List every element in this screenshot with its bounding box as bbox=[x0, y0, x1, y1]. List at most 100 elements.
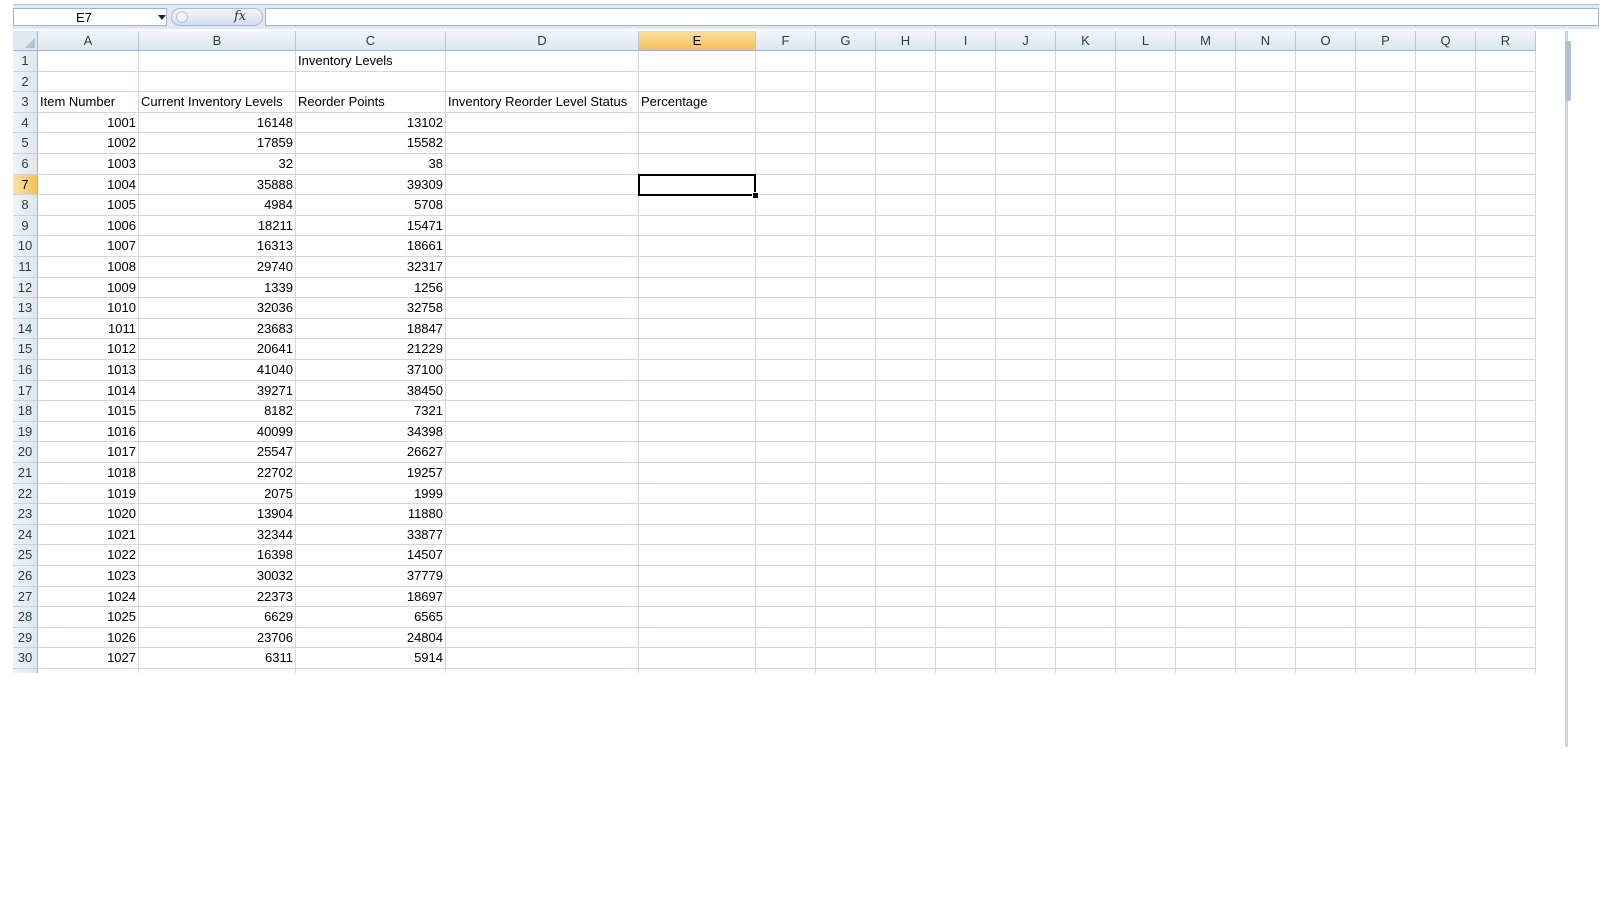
cell-g28[interactable] bbox=[816, 607, 876, 628]
cell-i15[interactable] bbox=[936, 339, 996, 360]
cell-p15[interactable] bbox=[1356, 339, 1416, 360]
cell-h18[interactable] bbox=[876, 401, 936, 422]
cell-f13[interactable] bbox=[756, 298, 816, 319]
cell-i28[interactable] bbox=[936, 607, 996, 628]
cell-d23[interactable] bbox=[446, 504, 639, 525]
worksheet-grid[interactable]: A B C D E F G H I J K L M N O P Q R 1 Inventory Levels 2 3 Ite… bbox=[13, 31, 1565, 673]
cell-c22[interactable]: 1999 bbox=[296, 483, 446, 505]
cell-o6[interactable] bbox=[1296, 154, 1356, 175]
cell-o7[interactable] bbox=[1296, 174, 1356, 196]
cell-d7[interactable] bbox=[446, 174, 639, 196]
cell-d17[interactable] bbox=[446, 380, 639, 402]
cell-j7[interactable] bbox=[996, 174, 1056, 196]
cell-j4[interactable] bbox=[996, 112, 1056, 134]
cell-h2[interactable] bbox=[876, 71, 936, 93]
cell-q9[interactable] bbox=[1416, 215, 1476, 237]
cell-i21[interactable] bbox=[936, 463, 996, 484]
cell-e25[interactable] bbox=[639, 545, 756, 566]
cell-i7[interactable] bbox=[936, 174, 996, 196]
cell-e15[interactable] bbox=[639, 339, 756, 360]
cell-i29[interactable] bbox=[936, 627, 996, 649]
row-header-7[interactable]: 7 bbox=[13, 174, 38, 196]
cell-c5[interactable]: 15582 bbox=[296, 133, 446, 154]
cell-h4[interactable] bbox=[876, 112, 936, 134]
cell-c25[interactable]: 14507 bbox=[296, 545, 446, 566]
cell-q15[interactable] bbox=[1416, 339, 1476, 360]
column-header-q[interactable]: Q bbox=[1416, 31, 1476, 51]
cell-n14[interactable] bbox=[1236, 318, 1296, 340]
cell-e24[interactable] bbox=[639, 524, 756, 546]
cell-q20[interactable] bbox=[1416, 442, 1476, 463]
cell-q26[interactable] bbox=[1416, 566, 1476, 587]
cell-d4[interactable] bbox=[446, 112, 639, 134]
cell-f1[interactable] bbox=[756, 51, 816, 72]
cell-l13[interactable] bbox=[1116, 298, 1176, 319]
cell-f9[interactable] bbox=[756, 215, 816, 237]
cell-r4[interactable] bbox=[1476, 112, 1536, 134]
cell-h3[interactable] bbox=[876, 92, 936, 113]
cell-l10[interactable] bbox=[1116, 236, 1176, 257]
cell-l16[interactable] bbox=[1116, 360, 1176, 381]
column-header-l[interactable]: L bbox=[1116, 31, 1176, 51]
cell-g6[interactable] bbox=[816, 154, 876, 175]
cell-a2[interactable] bbox=[38, 71, 139, 93]
cell-q14[interactable] bbox=[1416, 318, 1476, 340]
cell-d1[interactable] bbox=[446, 51, 639, 72]
cell-j1[interactable] bbox=[996, 51, 1056, 72]
cell-g3[interactable] bbox=[816, 92, 876, 113]
cell-a25[interactable]: 1022 bbox=[38, 545, 139, 566]
cell-f8[interactable] bbox=[756, 195, 816, 216]
cell-l2[interactable] bbox=[1116, 71, 1176, 93]
cell-m11[interactable] bbox=[1176, 257, 1236, 278]
cell-c12[interactable]: 1256 bbox=[296, 277, 446, 299]
cell-k20[interactable] bbox=[1056, 442, 1116, 463]
cell-i3[interactable] bbox=[936, 92, 996, 113]
cell-d3[interactable]: Inventory Reorder Level Status bbox=[446, 92, 639, 113]
cell-r16[interactable] bbox=[1476, 360, 1536, 381]
cell-p5[interactable] bbox=[1356, 133, 1416, 154]
cell-b13[interactable]: 32036 bbox=[139, 298, 296, 319]
row-header-12[interactable]: 12 bbox=[13, 277, 38, 299]
cell-q31[interactable] bbox=[1416, 669, 1476, 673]
cell-d25[interactable] bbox=[446, 545, 639, 566]
cell-g23[interactable] bbox=[816, 504, 876, 525]
cell-q10[interactable] bbox=[1416, 236, 1476, 257]
cell-p10[interactable] bbox=[1356, 236, 1416, 257]
cell-k18[interactable] bbox=[1056, 401, 1116, 422]
cell-p17[interactable] bbox=[1356, 380, 1416, 402]
cell-a28[interactable]: 1025 bbox=[38, 607, 139, 628]
cell-k3[interactable] bbox=[1056, 92, 1116, 113]
cell-c18[interactable]: 7321 bbox=[296, 401, 446, 422]
cell-m2[interactable] bbox=[1176, 71, 1236, 93]
cell-c31[interactable] bbox=[296, 669, 446, 673]
cell-b3[interactable]: Current Inventory Levels bbox=[139, 92, 296, 113]
cell-j9[interactable] bbox=[996, 215, 1056, 237]
cell-q4[interactable] bbox=[1416, 112, 1476, 134]
cell-g24[interactable] bbox=[816, 524, 876, 546]
cell-l12[interactable] bbox=[1116, 277, 1176, 299]
cell-p25[interactable] bbox=[1356, 545, 1416, 566]
row-header-26[interactable]: 26 bbox=[13, 566, 38, 587]
cell-l26[interactable] bbox=[1116, 566, 1176, 587]
cell-j3[interactable] bbox=[996, 92, 1056, 113]
cell-e11[interactable] bbox=[639, 257, 756, 278]
cell-o4[interactable] bbox=[1296, 112, 1356, 134]
cell-q29[interactable] bbox=[1416, 627, 1476, 649]
cell-o3[interactable] bbox=[1296, 92, 1356, 113]
cell-d13[interactable] bbox=[446, 298, 639, 319]
cell-b15[interactable]: 20641 bbox=[139, 339, 296, 360]
cell-m20[interactable] bbox=[1176, 442, 1236, 463]
cell-o25[interactable] bbox=[1296, 545, 1356, 566]
cell-o30[interactable] bbox=[1296, 648, 1356, 669]
cell-b16[interactable]: 41040 bbox=[139, 360, 296, 381]
cell-k11[interactable] bbox=[1056, 257, 1116, 278]
cell-b28[interactable]: 6629 bbox=[139, 607, 296, 628]
cell-m23[interactable] bbox=[1176, 504, 1236, 525]
cell-m29[interactable] bbox=[1176, 627, 1236, 649]
cell-b19[interactable]: 40099 bbox=[139, 421, 296, 443]
row-header-28[interactable]: 28 bbox=[13, 607, 38, 628]
cell-n9[interactable] bbox=[1236, 215, 1296, 237]
cell-k23[interactable] bbox=[1056, 504, 1116, 525]
cell-o31[interactable] bbox=[1296, 669, 1356, 673]
column-header-k[interactable]: K bbox=[1056, 31, 1116, 51]
